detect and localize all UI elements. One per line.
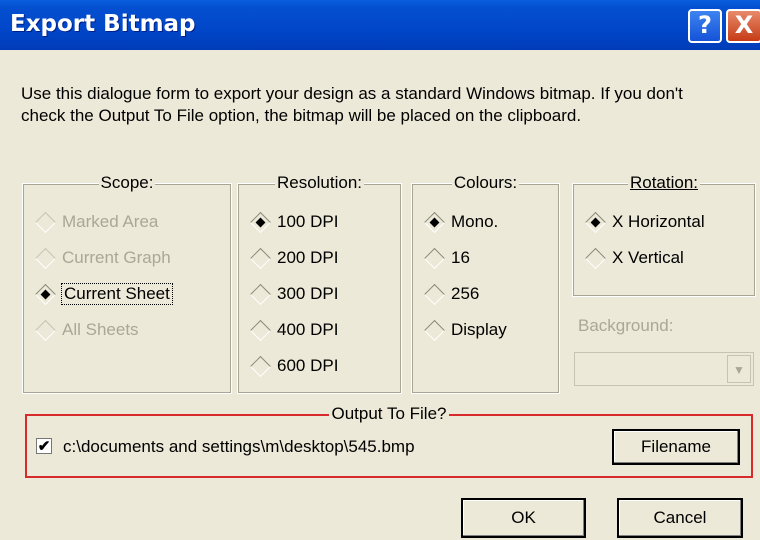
radio-icon [423,247,446,269]
option-label: 600 DPI [277,356,339,375]
output-file-path: c:\documents and settings\m\desktop\545.… [63,437,415,456]
colours-option-display[interactable]: Display [421,319,507,341]
scope-option-all-sheets[interactable]: All Sheets [32,319,139,341]
cancel-button[interactable]: Cancel [617,498,743,538]
radio-icon [249,319,272,341]
radio-icon [34,247,57,269]
radio-icon [34,319,57,341]
filename-button[interactable]: Filename [612,429,740,465]
scope-option-current-graph[interactable]: Current Graph [32,247,171,269]
radio-selected-icon [249,211,272,233]
option-label: 200 DPI [277,248,339,267]
resolution-option-400[interactable]: 400 DPI [247,319,339,341]
output-to-file-group: Output To File? ✔ c:\documents and setti… [25,404,753,478]
radio-selected-icon [423,211,446,233]
radio-icon [584,247,607,269]
option-label: Display [451,320,507,339]
scope-group: Scope: Marked Area Current Graph Current… [22,173,232,394]
option-label: 16 [451,248,470,267]
background-label: Background: [578,316,674,335]
rotation-group: Rotation: X Horizontal X Vertical [572,173,756,297]
scope-option-current-sheet[interactable]: Current Sheet [32,283,173,305]
rotation-legend: Rotation: [627,173,701,192]
option-label: Current Graph [62,248,171,267]
option-label: All Sheets [62,320,139,339]
close-button[interactable]: X [726,9,760,43]
output-to-file-checkbox[interactable]: ✔ [36,438,52,454]
scope-legend: Scope: [98,173,156,192]
option-label: Mono. [451,212,499,231]
colours-legend: Colours: [451,173,520,192]
resolution-legend: Resolution: [274,173,365,192]
resolution-option-200[interactable]: 200 DPI [247,247,339,269]
resolution-group: Resolution: 100 DPI 200 DPI 300 DPI 400 … [237,173,402,394]
option-label: 100 DPI [277,212,339,231]
radio-icon [249,355,272,377]
colours-group: Colours: Mono. 16 256 Display [411,173,560,394]
radio-icon [423,319,446,341]
radio-icon [249,283,272,305]
option-label: 256 [451,284,480,303]
scope-option-marked-area[interactable]: Marked Area [32,211,159,233]
resolution-option-100[interactable]: 100 DPI [247,211,339,233]
background-select[interactable]: ▼ [574,352,754,386]
resolution-option-300[interactable]: 300 DPI [247,283,339,305]
radio-icon [249,247,272,269]
checkmark-icon: ✔ [37,438,51,455]
option-label: X Horizontal [612,212,705,231]
colours-option-16[interactable]: 16 [421,247,470,269]
window-title: Export Bitmap [10,11,196,37]
radio-selected-icon [584,211,607,233]
radio-icon [34,211,57,233]
option-label: Marked Area [62,212,159,231]
rotation-option-horizontal[interactable]: X Horizontal [582,211,705,233]
option-label: 400 DPI [277,320,339,339]
dialog-description: Use this dialogue form to export your de… [21,84,683,125]
option-label: X Vertical [612,248,684,267]
chevron-down-icon[interactable]: ▼ [727,355,751,383]
title-bar[interactable]: Export Bitmap ? X [0,0,760,50]
colours-option-256[interactable]: 256 [421,283,480,305]
resolution-option-600[interactable]: 600 DPI [247,355,339,377]
rotation-option-vertical[interactable]: X Vertical [582,247,684,269]
option-label: Current Sheet [61,283,173,305]
option-label: 300 DPI [277,284,339,303]
radio-icon [423,283,446,305]
ok-button[interactable]: OK [461,498,586,538]
output-legend: Output To File? [328,404,450,423]
colours-option-mono[interactable]: Mono. [421,211,499,233]
help-button[interactable]: ? [688,9,722,43]
radio-selected-icon [34,283,57,305]
